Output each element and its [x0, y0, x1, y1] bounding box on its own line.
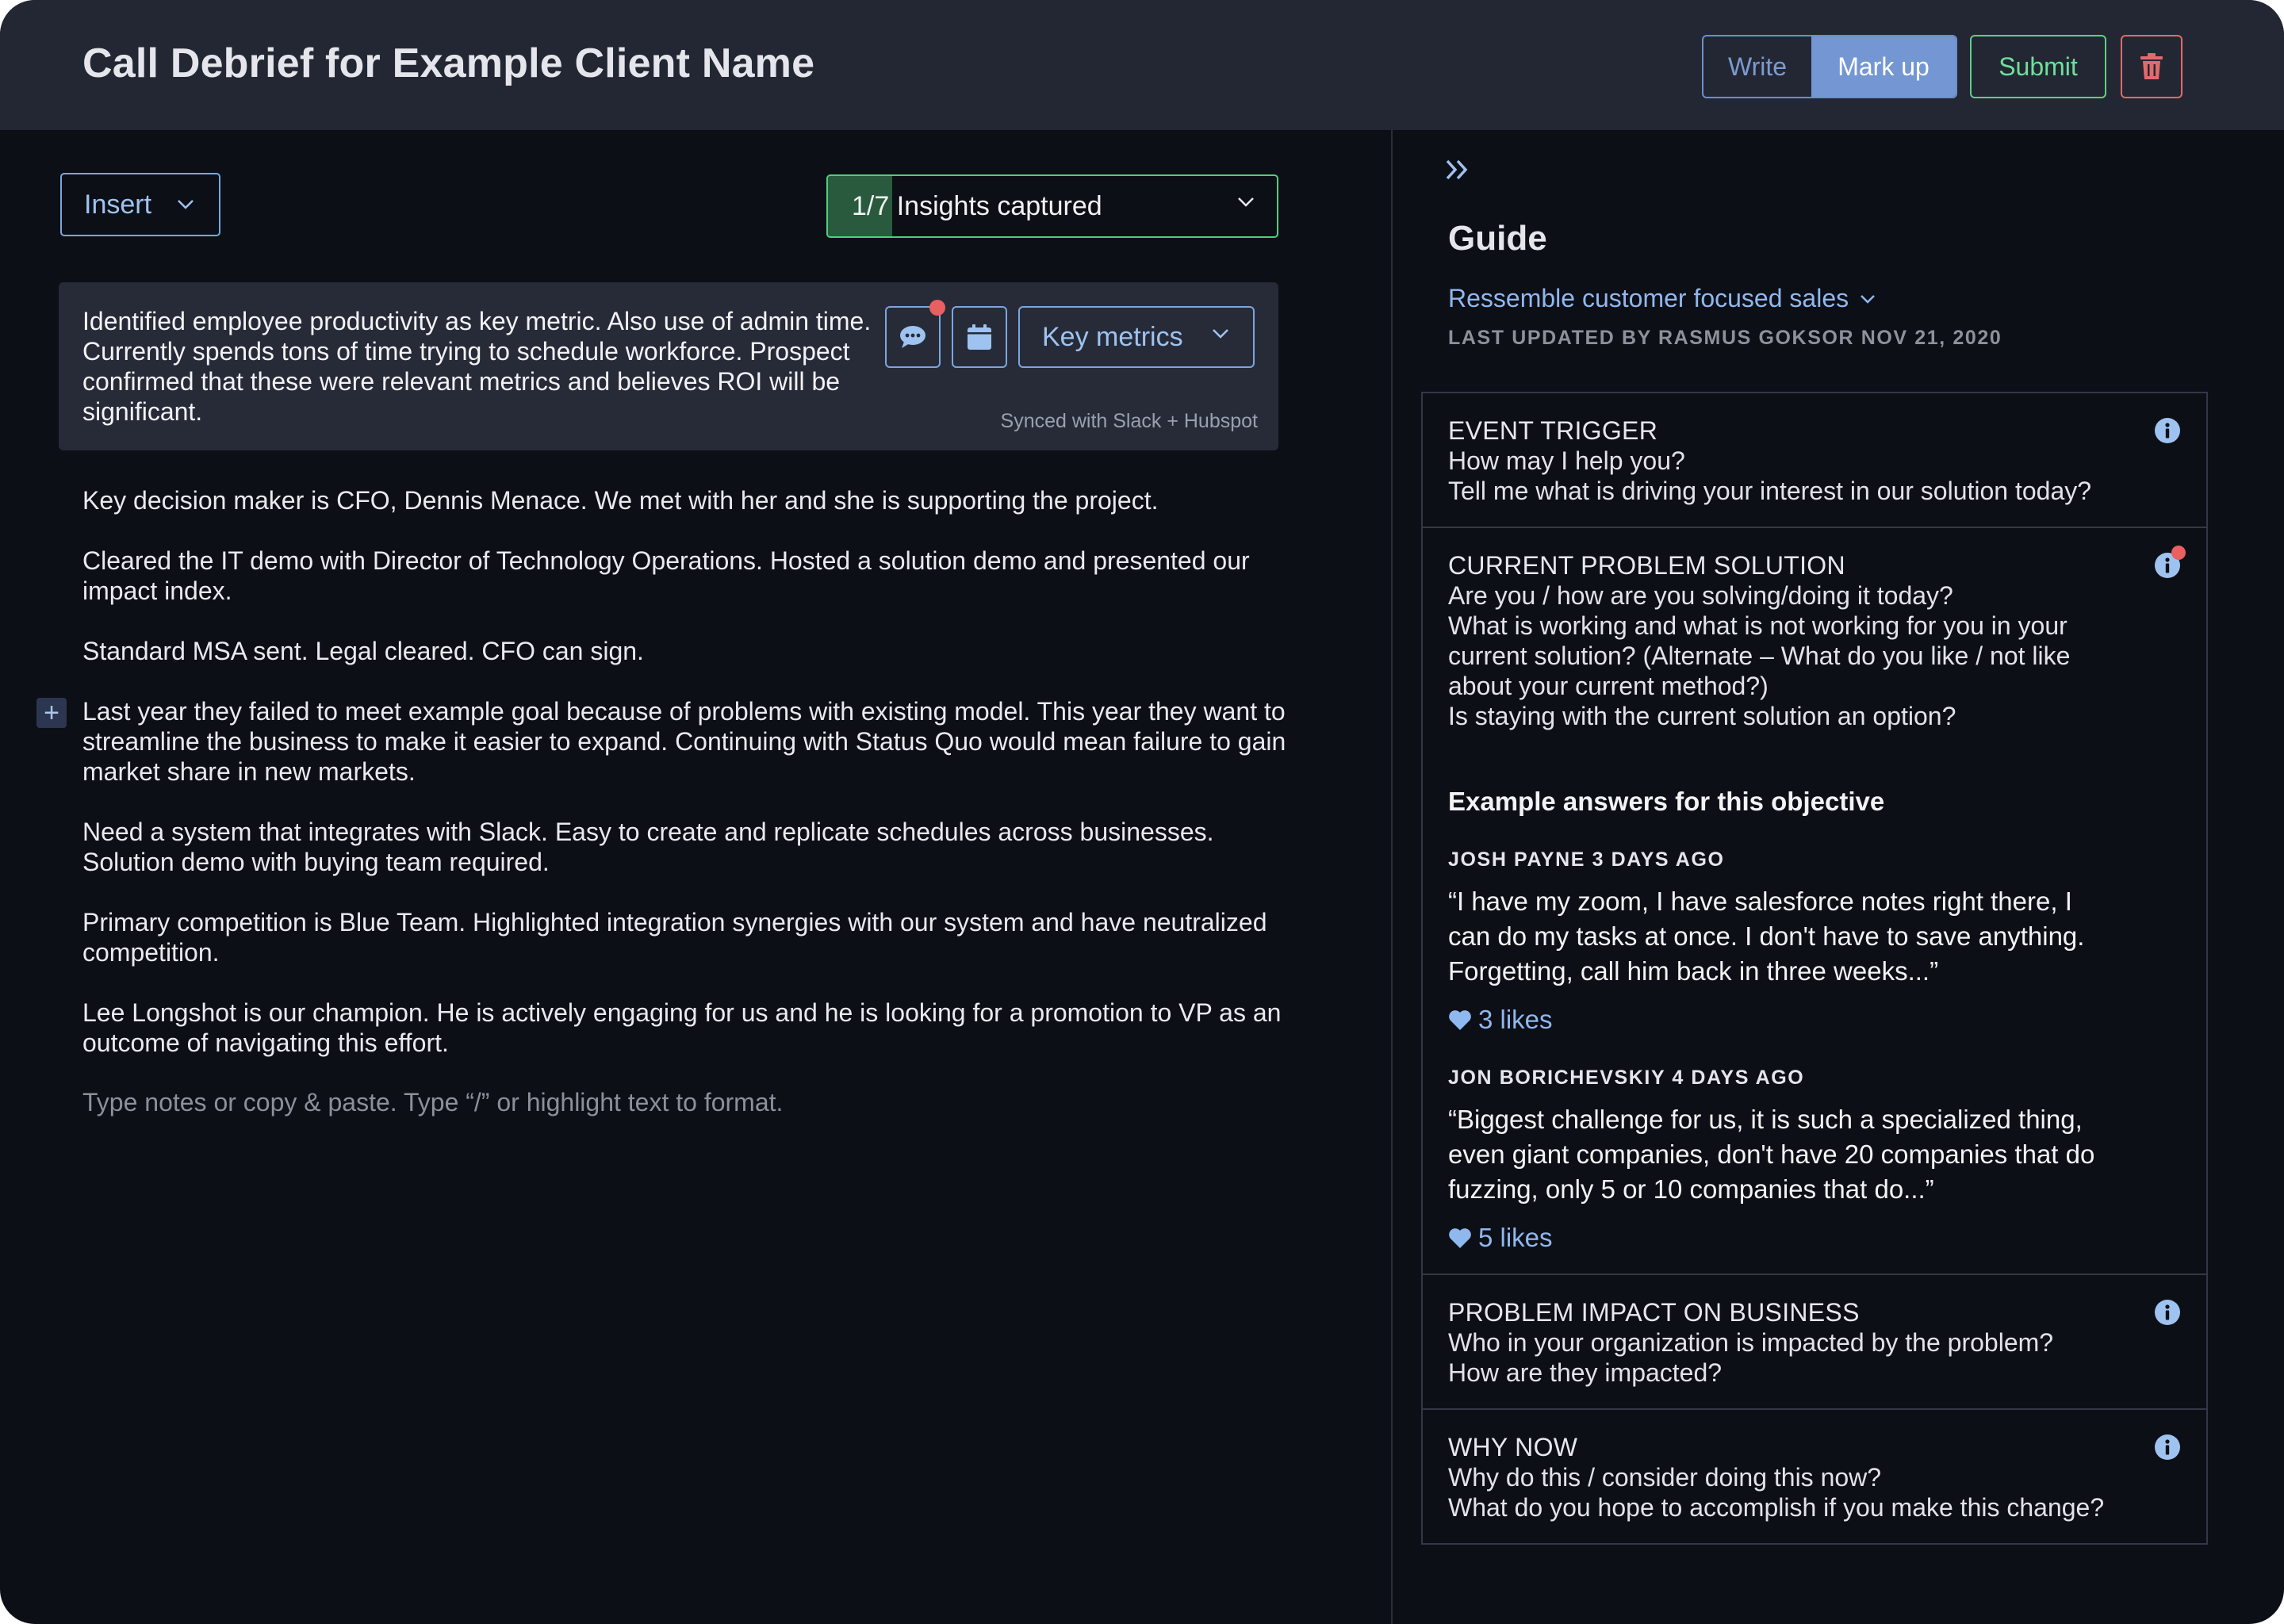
likes-count: 5 likes — [1478, 1223, 1553, 1252]
info-icon[interactable] — [2154, 417, 2181, 444]
notification-dot — [929, 300, 945, 316]
example-author: JOSH PAYNE — [1448, 848, 1586, 871]
example-age: 4 DAYS AGO — [1672, 1067, 1805, 1089]
section-question: Tell me what is driving your interest in… — [1448, 477, 2092, 505]
note-paragraph[interactable]: Key decision maker is CFO, Dennis Menace… — [82, 485, 1288, 515]
sync-status: Synced with Slack + Hubspot — [1000, 410, 1258, 432]
mode-toggle: Write Mark up — [1702, 35, 1957, 98]
example-answer: JON BORICHEVSKIY 4 DAYS AGO “Biggest cha… — [1448, 1067, 2135, 1253]
note-paragraph[interactable]: Cleared the IT demo with Director of Tec… — [82, 546, 1288, 606]
section-question: How are they impacted? — [1448, 1358, 1723, 1387]
insights-label: 1/7 Insights captured — [852, 190, 1102, 221]
panel-divider — [1391, 130, 1393, 1624]
section-question: What is working and what is not working … — [1448, 611, 2071, 700]
examples-title: Example answers for this objective — [1448, 787, 1885, 816]
write-mode-button[interactable]: Write — [1703, 36, 1811, 97]
section-heading: CURRENT PROBLEM SOLUTION — [1448, 551, 1845, 580]
example-answer: JOSH PAYNE 3 DAYS AGO “I have my zoom, I… — [1448, 848, 2135, 1035]
example-age: 3 DAYS AGO — [1592, 848, 1725, 871]
markup-mode-button[interactable]: Mark up — [1811, 36, 1956, 97]
guide-section[interactable]: CURRENT PROBLEM SOLUTION Are you / how a… — [1423, 528, 2206, 1275]
chat-bubble-icon — [900, 326, 925, 348]
example-quote: “Biggest challenge for us, it is such a … — [1448, 1105, 2095, 1204]
chevron-down-icon — [178, 200, 194, 209]
add-block-button[interactable]: + — [36, 698, 67, 728]
page-title: Call Debrief for Example Client Name — [82, 40, 815, 86]
section-question: Who in your organization is impacted by … — [1448, 1328, 2054, 1357]
category-dropdown[interactable]: Key metrics — [1018, 306, 1255, 368]
calendar-icon — [968, 324, 991, 350]
insight-text[interactable]: Identified employee productivity as key … — [82, 306, 876, 427]
info-button[interactable] — [2154, 546, 2186, 579]
header-bar: Call Debrief for Example Client Name Wri… — [0, 0, 2284, 130]
playbook-dropdown[interactable]: Ressemble customer focused sales — [1448, 284, 1876, 313]
guide-title: Guide — [1448, 219, 1547, 258]
example-quote: “I have my zoom, I have salesforce notes… — [1448, 887, 2085, 986]
insert-dropdown[interactable]: Insert — [60, 173, 220, 236]
insights-progress-dropdown[interactable]: 1/7 Insights captured — [826, 174, 1278, 238]
guide-section[interactable]: WHY NOW Why do this / consider doing thi… — [1423, 1410, 2206, 1545]
note-paragraph-with-add: + Last year they failed to meet example … — [36, 696, 1288, 787]
section-question: How may I help you? — [1448, 446, 1685, 475]
example-meta: JON BORICHEVSKIY 4 DAYS AGO — [1448, 1067, 2135, 1090]
double-chevron-right-icon — [1446, 159, 1468, 180]
section-heading: PROBLEM IMPACT ON BUSINESS — [1448, 1298, 1860, 1327]
chevron-down-icon — [1238, 197, 1254, 207]
section-question: Why do this / consider doing this now? — [1448, 1463, 1882, 1492]
heart-icon — [1449, 1228, 1471, 1248]
section-heading: WHY NOW — [1448, 1433, 1578, 1461]
note-paragraph[interactable]: Standard MSA sent. Legal cleared. CFO ca… — [82, 636, 1288, 666]
section-question: Is staying with the current solution an … — [1448, 702, 1956, 730]
example-author: JON BORICHEVSKIY — [1448, 1067, 1665, 1089]
like-button[interactable]: 3 likes — [1448, 1005, 2135, 1035]
chevron-down-icon — [1861, 294, 1875, 304]
notes-editor[interactable]: Key decision maker is CFO, Dennis Menace… — [36, 485, 1288, 1117]
editor-placeholder[interactable]: Type notes or copy & paste. Type “/” or … — [82, 1088, 1288, 1117]
example-meta: JOSH PAYNE 3 DAYS AGO — [1448, 848, 2135, 871]
like-button[interactable]: 5 likes — [1448, 1223, 2135, 1253]
section-question: What do you hope to accomplish if you ma… — [1448, 1493, 2105, 1522]
guide-section[interactable]: EVENT TRIGGER How may I help you? Tell m… — [1423, 393, 2206, 528]
app-window: Call Debrief for Example Client Name Wri… — [0, 0, 2284, 1624]
insight-card: Identified employee productivity as key … — [59, 282, 1278, 450]
info-icon[interactable] — [2154, 1299, 2181, 1326]
guide-section[interactable]: PROBLEM IMPACT ON BUSINESS Who in your o… — [1423, 1275, 2206, 1410]
likes-count: 3 likes — [1478, 1005, 1553, 1034]
category-label: Key metrics — [1042, 321, 1183, 352]
info-icon[interactable] — [2154, 1434, 2181, 1461]
collapse-guide-button[interactable] — [1445, 159, 1470, 185]
note-paragraph[interactable]: Need a system that integrates with Slack… — [82, 817, 1288, 877]
section-question: Are you / how are you solving/doing it t… — [1448, 581, 1953, 610]
comment-button[interactable] — [885, 300, 945, 368]
section-heading: EVENT TRIGGER — [1448, 416, 1658, 445]
heart-icon — [1449, 1010, 1471, 1030]
delete-button[interactable] — [2121, 35, 2182, 98]
guide-sections: EVENT TRIGGER How may I help you? Tell m… — [1421, 392, 2208, 1545]
last-updated: LAST UPDATED BY RASMUS GOKSOR NOV 21, 20… — [1448, 327, 2002, 349]
note-paragraph[interactable]: Lee Longshot is our champion. He is acti… — [82, 998, 1288, 1058]
chevron-down-icon — [1213, 329, 1228, 339]
note-paragraph[interactable]: Primary competition is Blue Team. Highli… — [82, 907, 1288, 967]
trash-icon — [2140, 53, 2163, 79]
calendar-button[interactable] — [952, 306, 1007, 368]
insert-label: Insert — [84, 189, 152, 220]
note-paragraph[interactable]: Last year they failed to meet example go… — [82, 697, 1286, 786]
submit-button[interactable]: Submit — [1970, 35, 2106, 98]
notification-dot — [2171, 546, 2186, 560]
playbook-label: Ressemble customer focused sales — [1448, 284, 1849, 312]
